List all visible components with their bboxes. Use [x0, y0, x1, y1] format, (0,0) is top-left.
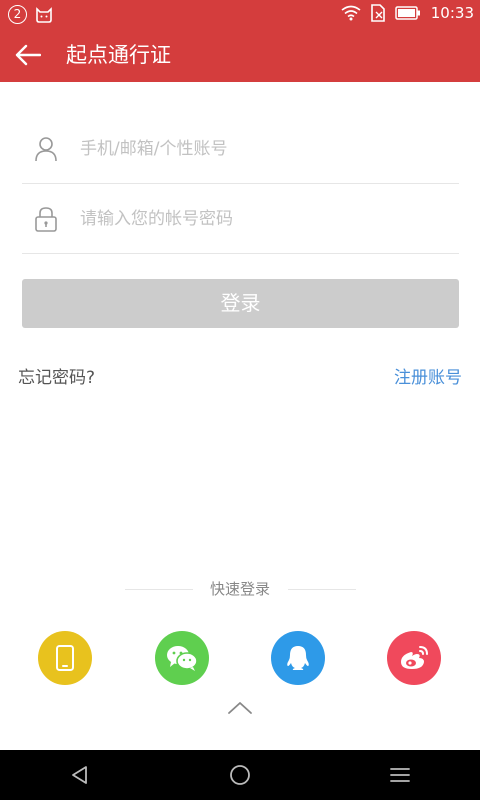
phone-login-button[interactable] [38, 631, 92, 685]
account-field [22, 114, 459, 184]
nav-menu-icon[interactable] [388, 763, 412, 787]
app-bar: 起点通行证 [0, 28, 480, 82]
password-field [22, 184, 459, 254]
wechat-login-button[interactable] [155, 631, 209, 685]
divider-line-right [288, 589, 356, 590]
no-sim-icon [370, 4, 385, 22]
chevron-up-icon[interactable] [226, 698, 254, 716]
cat-notification-icon [36, 6, 52, 23]
forgot-password-link[interactable]: 忘记密码? [18, 363, 95, 388]
account-input[interactable] [80, 114, 450, 184]
nav-back-icon[interactable] [68, 763, 92, 787]
battery-icon [395, 6, 420, 20]
weibo-icon [401, 646, 428, 669]
weibo-login-button[interactable] [387, 631, 441, 685]
status-time: 10:33 [430, 4, 474, 22]
register-link[interactable]: 注册账号 [394, 363, 462, 388]
lock-icon [35, 207, 57, 232]
status-right: 10:33 [341, 4, 474, 22]
wifi-icon [341, 5, 361, 21]
arrow-left-icon [15, 44, 41, 66]
status-left: 2 [8, 5, 53, 24]
user-icon [35, 137, 57, 162]
back-button[interactable] [8, 35, 48, 75]
status-bar: 2 10:33 [0, 0, 480, 28]
wechat-icon [167, 646, 198, 671]
quick-login-divider: 快速登录 [0, 578, 480, 600]
notification-count-badge: 2 [8, 5, 27, 24]
qq-login-button[interactable] [271, 631, 325, 685]
page-title: 起点通行证 [66, 43, 171, 67]
phone-icon [56, 645, 74, 671]
nav-home-icon[interactable] [228, 763, 252, 787]
system-nav-bar [0, 750, 480, 800]
quick-login-title: 快速登录 [209, 580, 270, 598]
login-button[interactable]: 登录 [22, 279, 459, 328]
password-input[interactable] [80, 184, 450, 254]
qq-icon [287, 646, 309, 670]
